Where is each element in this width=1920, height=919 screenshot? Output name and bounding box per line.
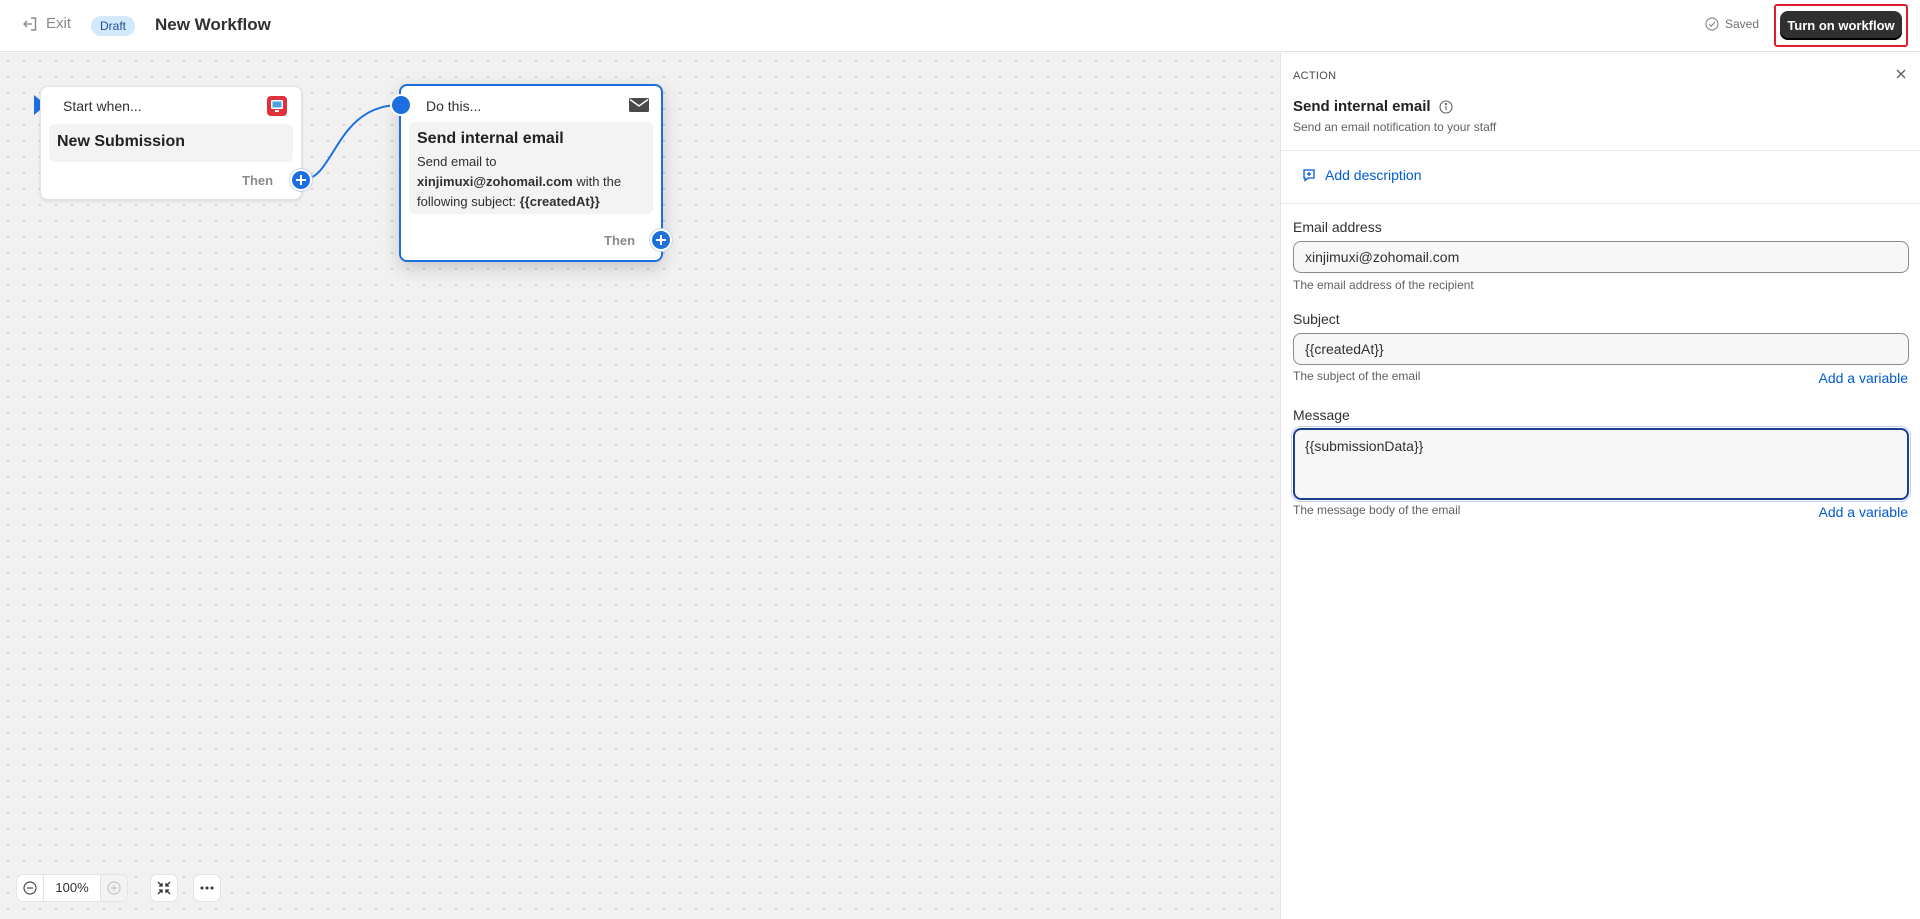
zoom-level: 100% bbox=[43, 875, 101, 901]
trigger-node[interactable]: Start when... New Submission Then bbox=[40, 86, 302, 200]
action-node[interactable]: Do this... Send internal email Send emai… bbox=[399, 84, 663, 262]
add-step-button-2[interactable] bbox=[650, 229, 672, 251]
page-title: New Workflow bbox=[155, 15, 271, 34]
add-description-label: Add description bbox=[1325, 167, 1422, 183]
subject-label: Subject bbox=[1293, 311, 1340, 327]
email-help: The email address of the recipient bbox=[1293, 278, 1474, 292]
workflow-canvas[interactable]: Start when... New Submission Then Do thi… bbox=[0, 53, 1280, 919]
divider bbox=[1281, 203, 1920, 204]
turn-on-highlight: Turn on workflow bbox=[1774, 4, 1908, 47]
saved-label: Saved bbox=[1725, 17, 1760, 31]
action-node-description: Send email to xinjimuxi@zohomail.com wit… bbox=[417, 152, 649, 212]
subject-help: The subject of the email bbox=[1293, 369, 1421, 383]
divider bbox=[1281, 150, 1920, 151]
action-node-body: Send internal email Send email to xinjim… bbox=[409, 122, 653, 214]
message-help: The message body of the email bbox=[1293, 503, 1461, 517]
subject-add-variable-link[interactable]: Add a variable bbox=[1818, 370, 1908, 386]
panel-kicker: ACTION bbox=[1293, 70, 1337, 82]
message-textarea[interactable]: {{submissionData}} bbox=[1291, 426, 1911, 502]
exit-icon bbox=[23, 16, 37, 31]
action-then-label: Then bbox=[604, 233, 636, 248]
message-add-variable-link[interactable]: Add a variable bbox=[1818, 504, 1908, 520]
comment-plus-icon bbox=[1303, 169, 1315, 182]
collapse-icon bbox=[157, 881, 171, 895]
email-field[interactable]: xinjimuxi@zohomail.com bbox=[1293, 241, 1909, 273]
check-circle-icon bbox=[1705, 17, 1719, 31]
turn-on-workflow-button[interactable]: Turn on workflow bbox=[1780, 11, 1902, 40]
mail-icon bbox=[629, 98, 649, 112]
exit-label: Exit bbox=[46, 15, 72, 32]
trigger-then-label: Then bbox=[242, 173, 274, 188]
zoom-out-icon bbox=[23, 881, 37, 895]
close-icon[interactable] bbox=[1894, 67, 1908, 81]
desc-email: xinjimuxi@zohomail.com bbox=[417, 174, 573, 189]
saved-status: Saved bbox=[1705, 17, 1759, 31]
more-options-button[interactable] bbox=[193, 874, 221, 902]
trigger-node-title: New Submission bbox=[57, 133, 186, 150]
top-bar: Exit Draft New Workflow Saved Turn on wo… bbox=[0, 0, 1920, 52]
exit-button[interactable]: Exit bbox=[22, 15, 71, 32]
message-label: Message bbox=[1293, 407, 1350, 423]
fit-view-button[interactable] bbox=[150, 874, 178, 902]
zoom-in-icon bbox=[107, 881, 121, 895]
monitor-icon bbox=[267, 96, 287, 116]
panel-title-text: Send internal email bbox=[1293, 98, 1431, 115]
input-connector-dot bbox=[390, 94, 412, 116]
add-description-button[interactable]: Add description bbox=[1301, 167, 1422, 183]
desc-subject: {{createdAt}} bbox=[519, 194, 600, 209]
zoom-out-button[interactable] bbox=[17, 875, 43, 901]
action-node-title: Send internal email bbox=[417, 130, 564, 147]
panel-title: Send internal email bbox=[1293, 98, 1453, 115]
more-icon bbox=[200, 886, 214, 890]
trigger-node-body: New Submission bbox=[49, 124, 293, 162]
subject-field[interactable]: {{createdAt}} bbox=[1293, 333, 1909, 365]
panel-subtitle: Send an email notification to your staff bbox=[1293, 120, 1497, 134]
action-node-heading: Do this... bbox=[426, 98, 482, 114]
action-panel: ACTION Send internal email Send an email… bbox=[1280, 53, 1920, 919]
status-badge: Draft bbox=[91, 16, 136, 36]
desc-prefix: Send email to bbox=[417, 154, 497, 169]
trigger-node-heading: Start when... bbox=[63, 98, 142, 114]
zoom-controls: 100% bbox=[16, 874, 128, 902]
email-label: Email address bbox=[1293, 219, 1382, 235]
add-step-button[interactable] bbox=[290, 169, 312, 191]
info-icon[interactable] bbox=[1438, 99, 1453, 114]
zoom-in-button[interactable] bbox=[101, 875, 127, 901]
